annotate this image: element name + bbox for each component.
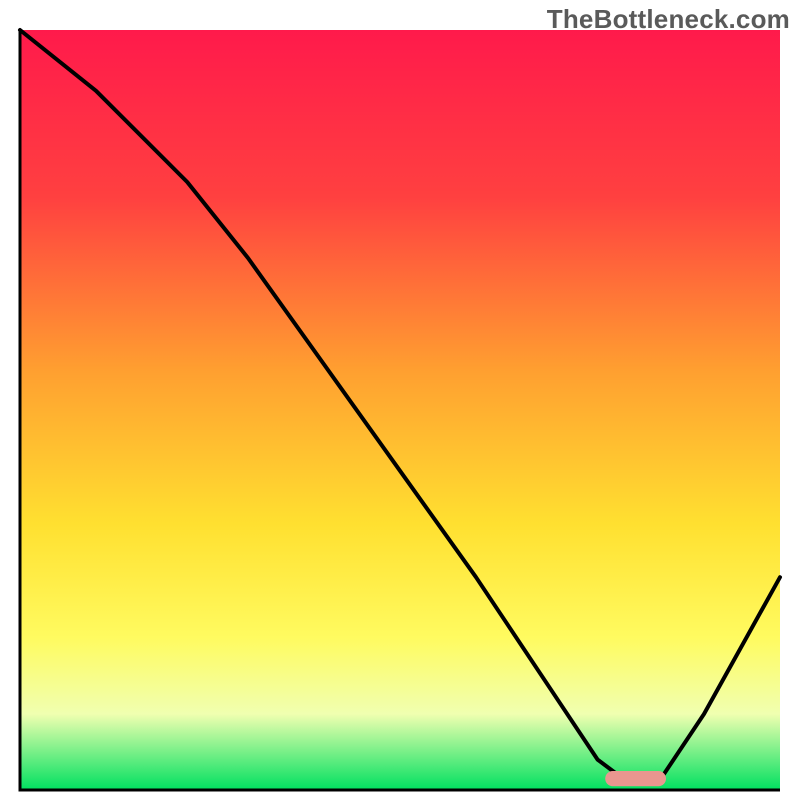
watermark-text: TheBottleneck.com <box>547 4 790 35</box>
bottleneck-chart <box>0 0 800 800</box>
gradient-rect <box>20 30 780 790</box>
chart-container: { "watermark": "TheBottleneck.com", "cha… <box>0 0 800 800</box>
plot-area <box>20 30 780 790</box>
optimal-marker <box>605 771 666 786</box>
